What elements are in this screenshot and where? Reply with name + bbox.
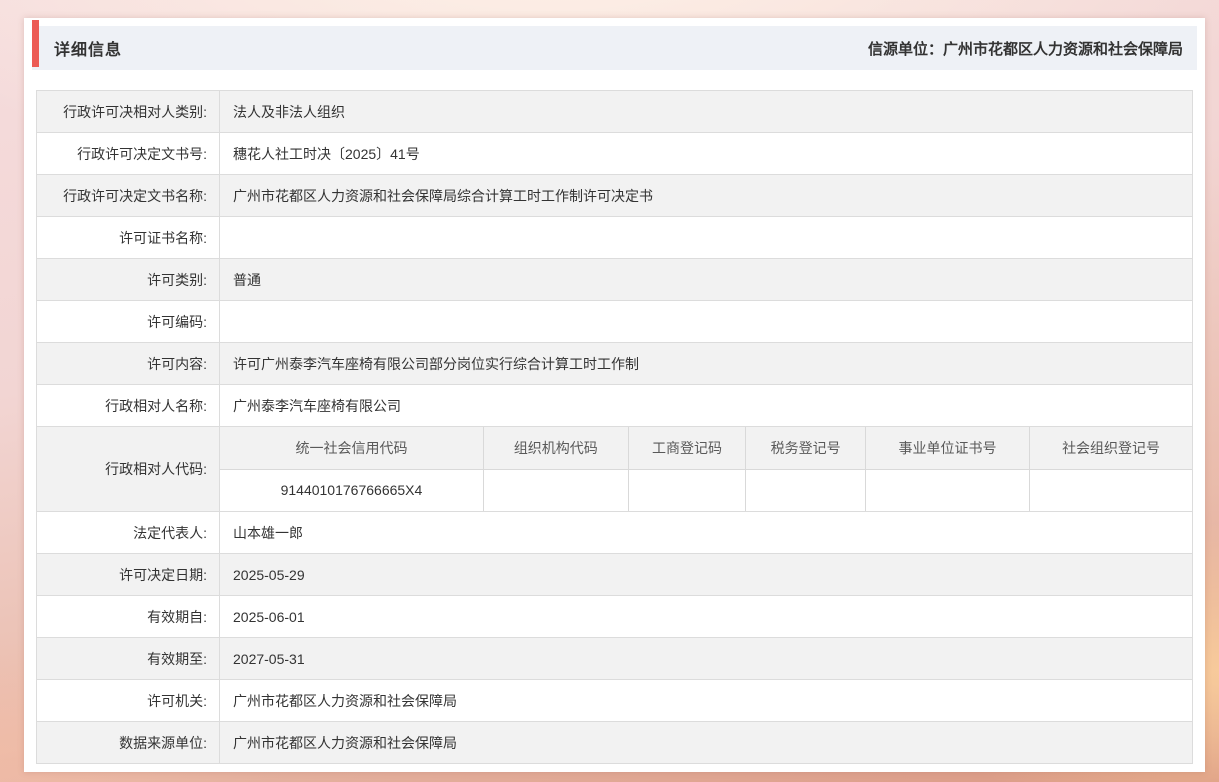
table-row: 法定代表人: 山本雄一郎: [36, 511, 1193, 554]
row-label: 法定代表人:: [36, 511, 220, 554]
row-label: 许可内容:: [36, 342, 220, 385]
table-row: 许可证书名称:: [36, 216, 1193, 259]
table-row: 行政相对人名称: 广州泰李汽车座椅有限公司: [36, 384, 1193, 427]
code-column-header: 税务登记号: [745, 427, 866, 470]
row-label: 许可证书名称:: [36, 216, 220, 259]
code-column-header: 事业单位证书号: [864, 427, 1030, 470]
page-background: { "page": { "header": { "title": "详细信息",…: [0, 0, 1219, 782]
row-label: 行政许可决定文书名称:: [36, 174, 220, 217]
page-title: 详细信息: [54, 42, 123, 59]
row-label: 行政许可决定文书号:: [36, 132, 220, 175]
code-column-header: 组织机构代码: [482, 427, 629, 470]
code-row: 行政相对人代码: 统一社会信用代码 组织机构代码 工商登记码 税务登记号 事业单位证书号社…: [36, 426, 1193, 512]
accent-bar: [32, 20, 39, 67]
code-table: 统一社会信用代码 组织机构代码 工商登记码 税务登记号 事业单位证书号 社会组织登记号 91…: [220, 427, 1192, 511]
code-header-row: 统一社会信用代码 组织机构代码 工商登记码 税务登记号 事业单位证书号 社会组织登记号: [220, 427, 1192, 470]
row-value: [219, 216, 1193, 259]
row-value: 广州市花都区人力资源和社会保障局综合计算工时工作制许可决定书: [219, 174, 1193, 217]
code-value: [627, 469, 746, 511]
row-value: 2027-05-31: [219, 637, 1193, 680]
table-row: 许可编码:: [36, 300, 1193, 343]
row-label: 许可编码:: [36, 300, 220, 343]
code-value: [482, 469, 629, 511]
row-label: 行政许可决相对人类别:: [36, 90, 220, 133]
row-value: [219, 300, 1193, 343]
section-header: 详细信息 信源单位：广州市花都区人力资源和社会保障局: [32, 20, 1197, 70]
row-value: 广州市花都区人力资源和社会保障局: [219, 721, 1193, 764]
code-value: [745, 469, 866, 511]
table-row: 行政许可决定文书名称: 广州市花都区人力资源和社会保障局综合计算工时工作制许可决定…: [36, 174, 1193, 217]
source-unit-label: 信源单位：广州市花都区人力资源和社会保障局: [867, 40, 1183, 58]
row-label: 许可机关:: [36, 679, 220, 722]
row-label: 许可决定日期:: [36, 553, 220, 596]
row-value: 法人及非法人组织: [219, 90, 1193, 133]
row-label: 行政相对人代码:: [36, 426, 220, 512]
row-label: 数据来源单位:: [36, 721, 220, 764]
table-row: 许可类别: 普通: [36, 258, 1193, 301]
row-label: 许可类别:: [36, 258, 220, 301]
table-row: 行政许可决相对人类别: 法人及非法人组织: [36, 90, 1193, 133]
row-value: 统一社会信用代码 组织机构代码 工商登记码 税务登记号 事业单位证书号 社会组织登记号 91…: [219, 426, 1193, 512]
table-row: 有效期自: 2025-06-01: [36, 595, 1193, 638]
code-value: [1029, 469, 1192, 511]
row-value: 普通: [219, 258, 1193, 301]
detail-panel: 详细信息 信源单位：广州市花都区人力资源和社会保障局 行政许可决相对人类别: 法人…: [24, 18, 1205, 772]
code-column-header: 工商登记码: [627, 427, 746, 470]
row-value: 2025-06-01: [219, 595, 1193, 638]
table-row: 行政许可决定文书号: 穗花人社工时决〔2025〕41号: [36, 132, 1193, 175]
code-column-header: 统一社会信用代码: [220, 427, 484, 470]
code-value-row: 9144010176766665X4: [220, 469, 1192, 511]
row-value: 许可广州泰李汽车座椅有限公司部分岗位实行综合计算工时工作制: [219, 342, 1193, 385]
row-value: 广州泰李汽车座椅有限公司: [219, 384, 1193, 427]
row-label: 有效期至:: [36, 637, 220, 680]
table-row: 许可内容: 许可广州泰李汽车座椅有限公司部分岗位实行综合计算工时工作制: [36, 342, 1193, 385]
row-value: 2025-05-29: [219, 553, 1193, 596]
row-value: 穗花人社工时决〔2025〕41号: [219, 132, 1193, 175]
code-column-header: 社会组织登记号: [1029, 427, 1192, 470]
detail-table-body: 行政许可决相对人类别: 法人及非法人组织 行政许可决定文书号: 穗花人社工时决〔202…: [36, 90, 1193, 764]
code-value: 9144010176766665X4: [280, 482, 423, 499]
table-row: 许可机关: 广州市花都区人力资源和社会保障局: [36, 679, 1193, 722]
table-row: 数据来源单位: 广州市花都区人力资源和社会保障局: [36, 721, 1193, 764]
row-value: 山本雄一郎: [219, 511, 1193, 554]
code-value: [864, 469, 1030, 511]
table-row: 许可决定日期: 2025-05-29: [36, 553, 1193, 596]
row-label: 行政相对人名称:: [36, 384, 220, 427]
detail-table: 行政许可决相对人类别: 法人及非法人组织 行政许可决定文书号: 穗花人社工时决〔202…: [36, 90, 1193, 764]
row-label: 有效期自:: [36, 595, 220, 638]
table-row: 有效期至: 2027-05-31: [36, 637, 1193, 680]
row-value: 广州市花都区人力资源和社会保障局: [219, 679, 1193, 722]
